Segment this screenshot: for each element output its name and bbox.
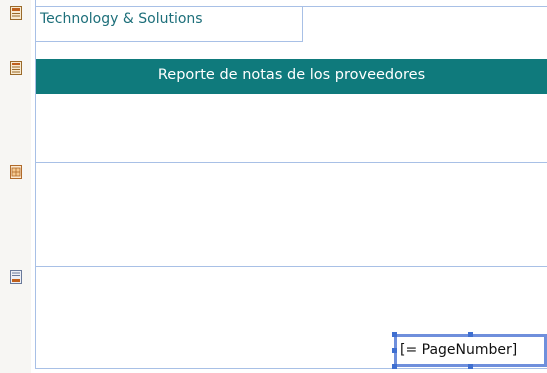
report-header-icon[interactable]: [10, 61, 22, 75]
resize-handle-top-middle[interactable]: [468, 332, 473, 337]
band-gutter: [0, 0, 31, 373]
detail-icon[interactable]: [10, 165, 22, 179]
resize-handle-bottom-left[interactable]: [392, 364, 397, 369]
page-number-expression: [= PageNumber]: [400, 342, 518, 358]
page-number-textbox[interactable]: [= PageNumber]: [394, 334, 547, 367]
company-name-textbox[interactable]: Technology & Solutions: [35, 6, 303, 42]
report-design-surface[interactable]: [35, 0, 547, 369]
detail-band-separator: [35, 162, 547, 163]
company-name-text: Technology & Solutions: [40, 11, 203, 27]
page-footer-icon[interactable]: [10, 270, 22, 284]
page-header-icon[interactable]: [10, 6, 22, 20]
report-title-text: Reporte de notas de los proveedores: [157, 67, 426, 83]
report-title-bar[interactable]: Reporte de notas de los proveedores: [36, 59, 547, 94]
resize-handle-top-left[interactable]: [392, 332, 397, 337]
resize-handle-middle-left[interactable]: [392, 348, 397, 353]
resize-handle-bottom-middle[interactable]: [468, 364, 473, 369]
page-footer-band-separator: [35, 266, 547, 267]
